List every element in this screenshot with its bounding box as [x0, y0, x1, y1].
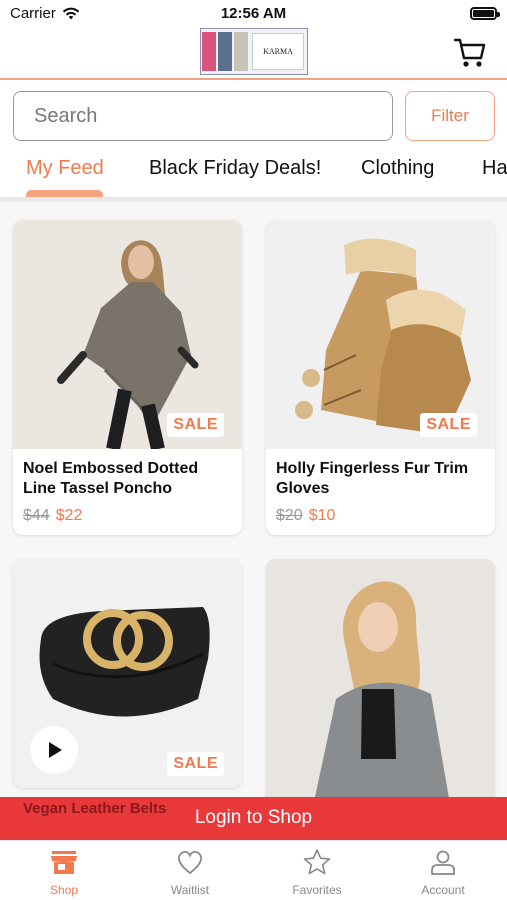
- play-video-button[interactable]: [30, 726, 78, 774]
- status-time: 12:56 AM: [220, 5, 287, 22]
- tab-black-friday-deals[interactable]: Black Friday Deals!: [149, 157, 321, 180]
- product-name: Holly Fingerless Fur Trim Gloves: [276, 460, 469, 497]
- store-logo[interactable]: KARMA: [200, 28, 308, 75]
- tabbar-account[interactable]: Account: [393, 847, 493, 897]
- tab-my-feed[interactable]: My Feed: [26, 157, 104, 180]
- tab-clothing[interactable]: Clothing: [361, 157, 434, 180]
- tabbar-shop[interactable]: Shop: [14, 847, 114, 897]
- search-row: Search Filter: [13, 91, 495, 141]
- sale-badge: SALE: [167, 413, 224, 437]
- tabbar-favorites[interactable]: Favorites: [267, 847, 367, 897]
- cart-icon[interactable]: [453, 36, 487, 70]
- star-icon: [303, 849, 331, 875]
- search-input[interactable]: Search: [13, 91, 393, 141]
- category-tabs: My Feed Black Friday Deals! Clothing Ha: [0, 150, 507, 200]
- tabbar-label: Favorites: [292, 883, 342, 897]
- play-icon: [49, 742, 62, 758]
- product-info: Holly Fingerless Fur Trim Gloves $20 $10: [266, 449, 495, 535]
- battery-icon: [470, 7, 500, 20]
- login-banner[interactable]: Vegan Leather Belts Login to Shop: [0, 797, 507, 840]
- status-bar: Carrier 12:56 AM: [0, 0, 507, 28]
- product-prices: $44 $22: [23, 507, 232, 525]
- sale-price: $22: [55, 507, 83, 524]
- original-price: $44: [23, 507, 50, 524]
- sale-badge: SALE: [167, 752, 224, 776]
- original-price: $20: [276, 507, 303, 524]
- logo-photo: [202, 32, 216, 71]
- product-image: SALE: [266, 220, 495, 449]
- product-card[interactable]: SALE Noel Embossed Dotted Line Tassel Po…: [13, 220, 242, 535]
- logo-photo: [218, 32, 232, 71]
- tabbar-waitlist[interactable]: Waitlist: [140, 847, 240, 897]
- product-info: Noel Embossed Dotted Line Tassel Poncho …: [13, 449, 242, 535]
- product-feed: SALE Noel Embossed Dotted Line Tassel Po…: [0, 202, 507, 842]
- product-card[interactable]: SALE: [13, 559, 242, 788]
- filter-button[interactable]: Filter: [405, 91, 495, 141]
- app-header: KARMA: [0, 28, 507, 80]
- tabbar-label: Shop: [49, 883, 79, 897]
- login-to-shop-label: Login to Shop: [194, 807, 313, 828]
- heart-icon: [178, 850, 202, 875]
- product-name: Noel Embossed Dotted Line Tassel Poncho: [23, 460, 199, 497]
- sale-price: $10: [308, 507, 336, 524]
- tabbar-label: Waitlist: [170, 883, 210, 897]
- bottom-tab-bar: Shop Waitlist Favorites Account: [0, 840, 507, 900]
- tab-ha[interactable]: Ha: [482, 157, 507, 180]
- tabbar-label: Account: [421, 883, 465, 897]
- product-image: SALE: [13, 559, 242, 788]
- product-image: SALE: [13, 220, 242, 451]
- logo-text: KARMA: [263, 47, 293, 56]
- product-card[interactable]: SALE Holly Fingerless Fur Trim Gloves $2…: [266, 220, 495, 535]
- product-prices: $20 $10: [276, 507, 485, 525]
- sale-badge: SALE: [420, 413, 477, 437]
- person-icon: [431, 850, 455, 875]
- logo-photo: [234, 32, 248, 71]
- logo-brand: KARMA: [252, 33, 304, 70]
- store-icon: [51, 851, 77, 874]
